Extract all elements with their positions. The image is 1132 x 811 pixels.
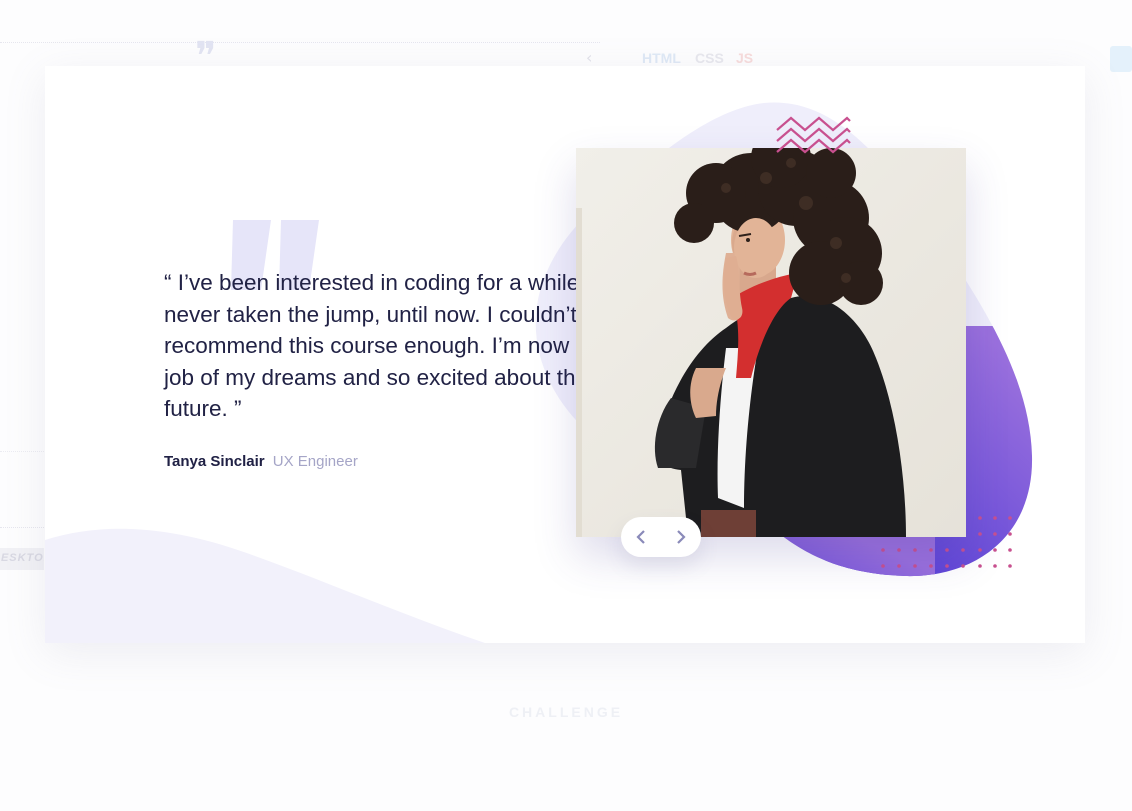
decoration-dot bbox=[913, 548, 917, 552]
background-corner-badge bbox=[1110, 46, 1132, 72]
decoration-dot bbox=[993, 564, 997, 568]
author-name: Tanya Sinclair bbox=[164, 453, 265, 470]
background-challenge-label: CHALLENGE bbox=[508, 704, 624, 720]
previous-button[interactable] bbox=[621, 517, 661, 557]
portrait-image bbox=[576, 148, 966, 537]
decoration-dot bbox=[881, 548, 885, 552]
decoration-dot bbox=[993, 532, 997, 536]
background-tech-html: HTML bbox=[642, 50, 681, 66]
chevron-left-icon bbox=[636, 530, 645, 544]
next-button[interactable] bbox=[661, 517, 701, 557]
decoration-dot bbox=[978, 516, 982, 520]
background-chevron-icon: ‹ bbox=[586, 48, 593, 67]
author-role: UX Engineer bbox=[272, 453, 358, 470]
decoration-dot bbox=[945, 564, 949, 568]
decoration-dot bbox=[897, 548, 901, 552]
chevron-right-icon bbox=[677, 530, 686, 544]
decoration-dot bbox=[961, 564, 965, 568]
background-divider bbox=[0, 527, 44, 528]
decoration-dot bbox=[929, 548, 933, 552]
decoration-dot bbox=[897, 564, 901, 568]
decoration-dot bbox=[978, 548, 982, 552]
testimonial-navigation bbox=[621, 517, 701, 557]
decoration-dot bbox=[881, 564, 885, 568]
decoration-dot bbox=[945, 548, 949, 552]
decoration-dot bbox=[1008, 548, 1012, 552]
decoration-dot bbox=[978, 532, 982, 536]
decoration-dot bbox=[1008, 564, 1012, 568]
testimonial-quote: “ I’ve been interested in coding for a w… bbox=[164, 270, 631, 422]
author-attribution: Tanya Sinclair UX Engineer bbox=[164, 453, 358, 470]
background-divider bbox=[0, 42, 600, 43]
decoration-dot bbox=[993, 548, 997, 552]
background-tech-css: CSS bbox=[695, 50, 724, 66]
decoration-dot bbox=[978, 564, 982, 568]
desktop-label-text: DESKTOP bbox=[0, 552, 44, 564]
background-tech-js: JS bbox=[736, 50, 754, 66]
decoration-dot bbox=[993, 516, 997, 520]
background-desktop-label: DESKTOP bbox=[0, 548, 44, 570]
decoration-dot bbox=[961, 548, 965, 552]
testimonial-card: “ I’ve been interested in coding for a w… bbox=[45, 66, 1085, 643]
author-photo bbox=[576, 148, 966, 537]
decoration-dot bbox=[1008, 532, 1012, 536]
decoration-dot bbox=[929, 564, 933, 568]
background-divider bbox=[0, 451, 44, 452]
decoration-dot bbox=[1008, 516, 1012, 520]
decoration-dot bbox=[913, 564, 917, 568]
